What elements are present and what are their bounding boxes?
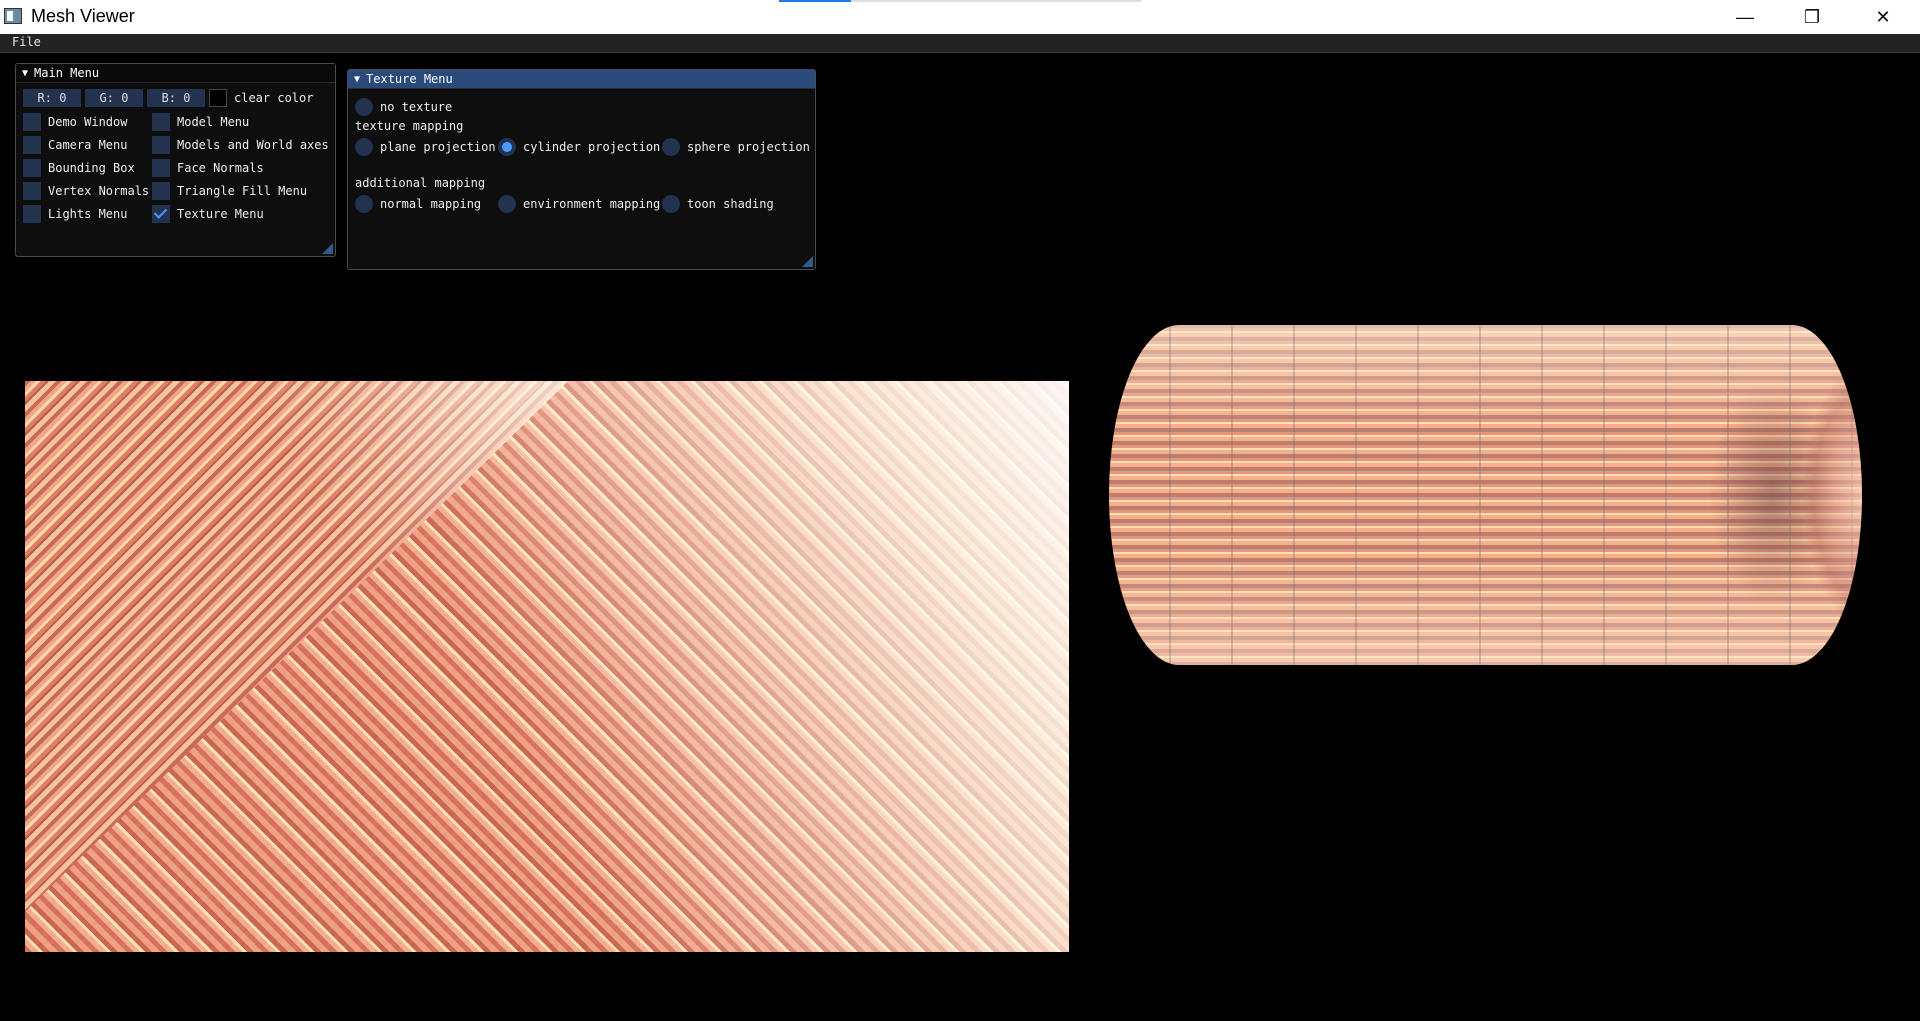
checkbox-box[interactable]	[23, 182, 41, 200]
radio-circle[interactable]	[662, 195, 680, 213]
additional-mapping-heading: additional mapping	[355, 176, 486, 190]
checkbox-label: Models and World axes	[177, 138, 329, 152]
radio-plane-projection[interactable]: plane projection	[355, 138, 496, 156]
checkbox-label: Model Menu	[177, 115, 250, 129]
texture-mapping-heading: texture mapping	[355, 119, 464, 133]
clear-color-b-input[interactable]: B: 0	[147, 89, 205, 107]
checkbox-label: Vertex Normals	[48, 184, 150, 198]
app-icon	[4, 8, 22, 24]
checkbox-models-world-axes[interactable]: Models and World axes	[152, 136, 329, 154]
checkbox-box[interactable]	[23, 113, 41, 131]
checkbox-face-normals[interactable]: Face Normals	[152, 159, 264, 177]
clear-color-g-input[interactable]: G: 0	[85, 89, 143, 107]
clear-color-row: R: 0 G: 0 B: 0 clear color	[23, 89, 313, 107]
checkbox-box[interactable]	[152, 182, 170, 200]
checkbox-box[interactable]	[23, 159, 41, 177]
checkbox-box[interactable]	[152, 159, 170, 177]
collapse-arrow-icon[interactable]: ▼	[354, 74, 360, 85]
texture-menu-title-bar[interactable]: ▼ Texture Menu	[348, 70, 815, 89]
checkbox-box[interactable]	[152, 113, 170, 131]
radio-label: toon shading	[687, 197, 774, 211]
radio-circle[interactable]	[498, 195, 516, 213]
checkbox-camera-menu[interactable]: Camera Menu	[23, 136, 127, 154]
checkbox-box[interactable]	[23, 205, 41, 223]
radio-circle-selected[interactable]	[498, 138, 516, 156]
checkbox-label: Triangle Fill Menu	[177, 184, 308, 198]
texture-menu-title: Texture Menu	[366, 72, 453, 86]
minimize-button[interactable]: —	[1710, 0, 1780, 34]
radio-no-texture[interactable]: no texture	[355, 98, 452, 116]
radio-cylinder-projection[interactable]: cylinder projection	[498, 138, 660, 156]
radio-label: sphere projection	[687, 140, 810, 154]
radio-circle[interactable]	[355, 195, 373, 213]
window-title: Mesh Viewer	[31, 6, 135, 26]
main-menu-window[interactable]: ▼ Main Menu R: 0 G: 0 B: 0 clear color D…	[15, 63, 336, 257]
radio-circle[interactable]	[355, 98, 373, 116]
radio-label: no texture	[380, 100, 453, 114]
close-button[interactable]: ✕	[1848, 0, 1918, 34]
collapse-arrow-icon[interactable]: ▼	[22, 68, 28, 79]
checkbox-label: Camera Menu	[48, 138, 128, 152]
checkbox-bounding-box[interactable]: Bounding Box	[23, 159, 135, 177]
checkbox-label: Lights Menu	[48, 207, 128, 221]
checkbox-box[interactable]	[23, 136, 41, 154]
radio-circle[interactable]	[355, 138, 373, 156]
checkbox-demo-window[interactable]: Demo Window	[23, 113, 127, 131]
menu-file[interactable]: File	[12, 35, 41, 49]
checkbox-box-checked[interactable]	[152, 205, 170, 223]
checkbox-box[interactable]	[152, 136, 170, 154]
checkbox-label: Bounding Box	[48, 161, 135, 175]
checkbox-label: Demo Window	[48, 115, 128, 129]
checkbox-triangle-fill-menu[interactable]: Triangle Fill Menu	[152, 182, 307, 200]
resize-grip-icon[interactable]	[802, 256, 813, 267]
radio-toon-shading[interactable]: toon shading	[662, 195, 774, 213]
radio-normal-mapping[interactable]: normal mapping	[355, 195, 481, 213]
title-progress-indicator	[779, 0, 1141, 2]
restore-button[interactable]: ❐	[1777, 0, 1847, 34]
radio-label: environment mapping	[523, 197, 661, 211]
clear-color-label: clear color	[234, 91, 314, 105]
window-title-bar[interactable]: Mesh Viewer — ❐ ✕	[0, 0, 1920, 34]
textured-cylinder-mesh	[1109, 325, 1862, 665]
radio-sphere-projection[interactable]: sphere projection	[662, 138, 810, 156]
checkbox-vertex-normals[interactable]: Vertex Normals	[23, 182, 149, 200]
resize-grip-icon[interactable]	[322, 243, 333, 254]
clear-color-swatch[interactable]	[209, 89, 227, 107]
radio-label: normal mapping	[380, 197, 482, 211]
checkbox-label: Texture Menu	[177, 207, 264, 221]
main-menu-title-bar[interactable]: ▼ Main Menu	[16, 64, 335, 83]
checkbox-label: Face Normals	[177, 161, 264, 175]
checkbox-model-menu[interactable]: Model Menu	[152, 113, 249, 131]
radio-label: plane projection	[380, 140, 496, 154]
cylinder-end-cap	[1732, 325, 1862, 665]
clear-color-r-input[interactable]: R: 0	[23, 89, 81, 107]
radio-circle[interactable]	[662, 138, 680, 156]
texture-menu-window[interactable]: ▼ Texture Menu no texture texture mappin…	[347, 69, 816, 270]
radio-label: cylinder projection	[523, 140, 661, 154]
checkbox-lights-menu[interactable]: Lights Menu	[23, 205, 127, 223]
main-menu-title: Main Menu	[34, 66, 100, 80]
menu-bar: File	[0, 34, 1920, 53]
textured-plane-mesh	[25, 381, 1069, 952]
radio-environment-mapping[interactable]: environment mapping	[498, 195, 660, 213]
checkbox-texture-menu[interactable]: Texture Menu	[152, 205, 264, 223]
